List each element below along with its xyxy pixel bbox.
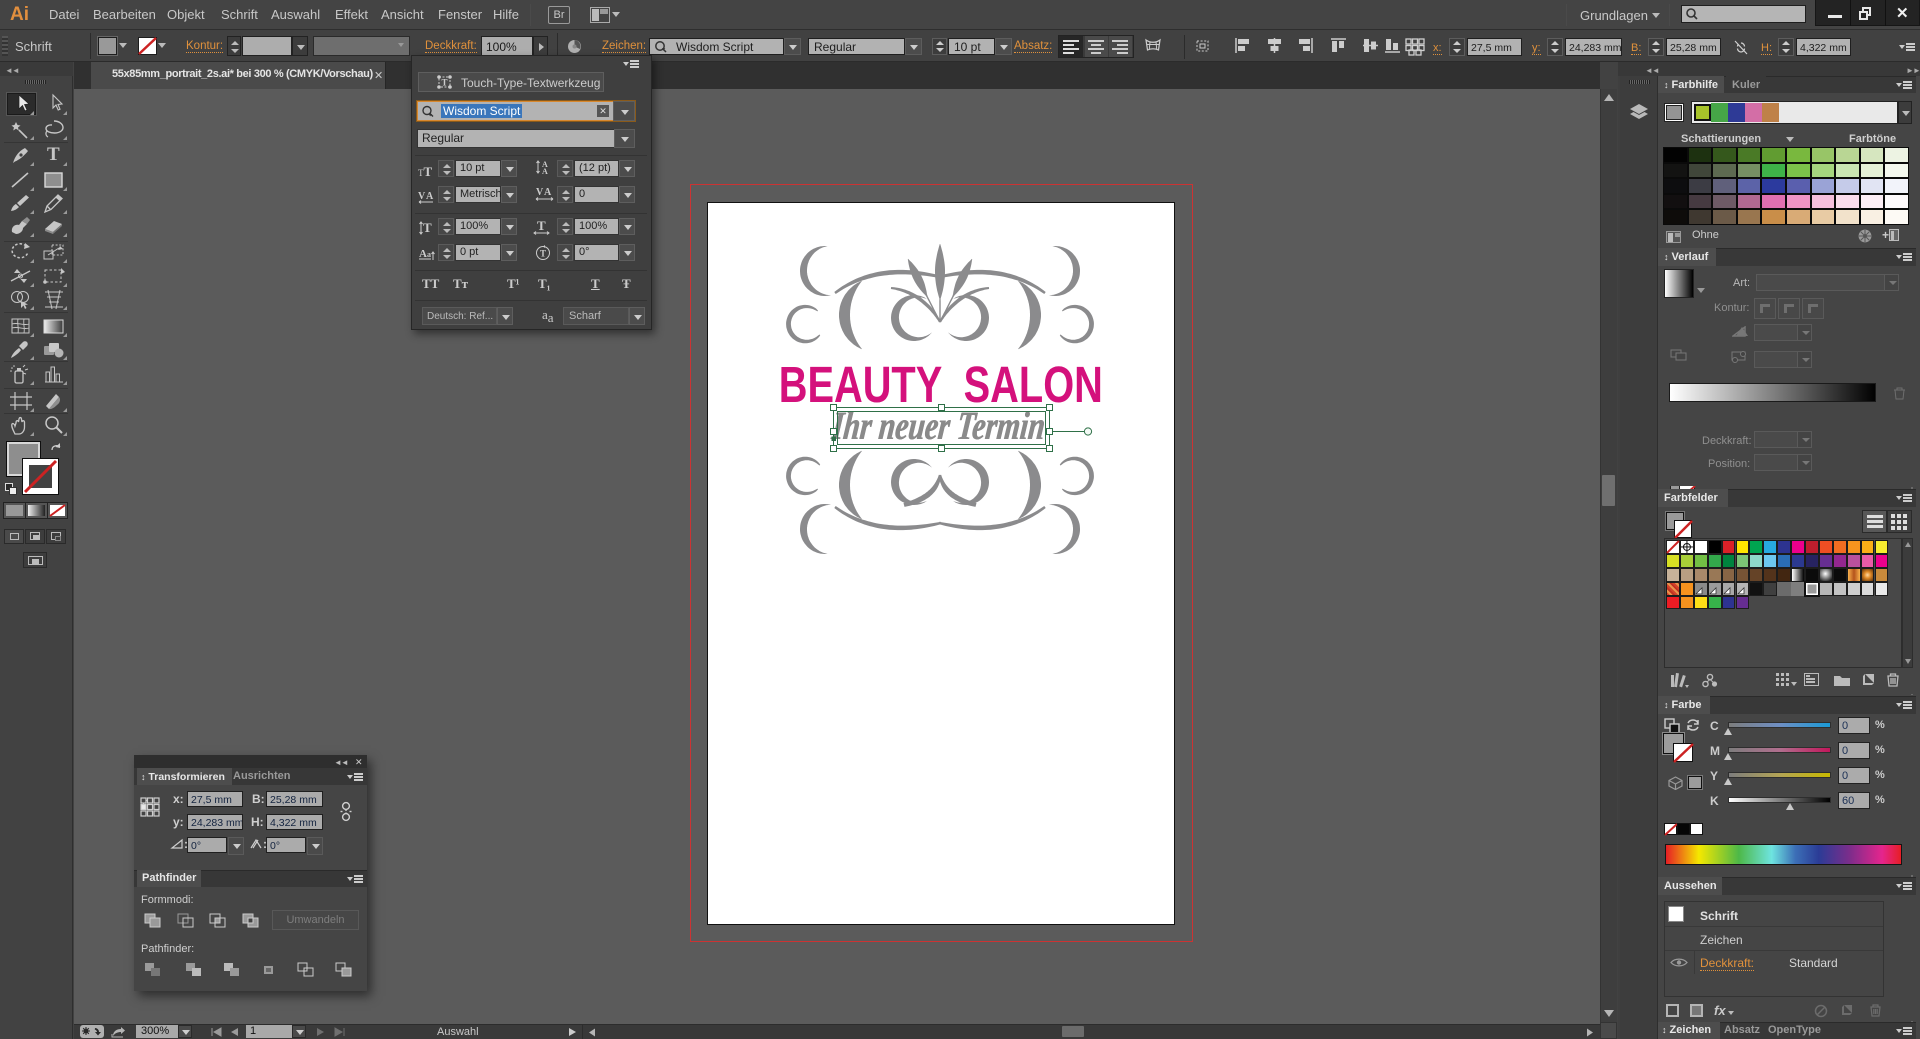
svg-text:T: T <box>441 78 447 88</box>
svg-text:A: A <box>544 187 552 198</box>
svg-text:V: V <box>536 187 544 198</box>
svg-text:V: V <box>418 191 426 202</box>
svg-text:a: a <box>427 250 431 259</box>
svg-text:A: A <box>426 191 434 202</box>
svg-text:A: A <box>542 167 548 175</box>
svg-text:A: A <box>419 248 427 260</box>
svg-text:T: T <box>540 249 546 259</box>
svg-text:T: T <box>423 220 432 235</box>
svg-text:T: T <box>537 220 546 233</box>
